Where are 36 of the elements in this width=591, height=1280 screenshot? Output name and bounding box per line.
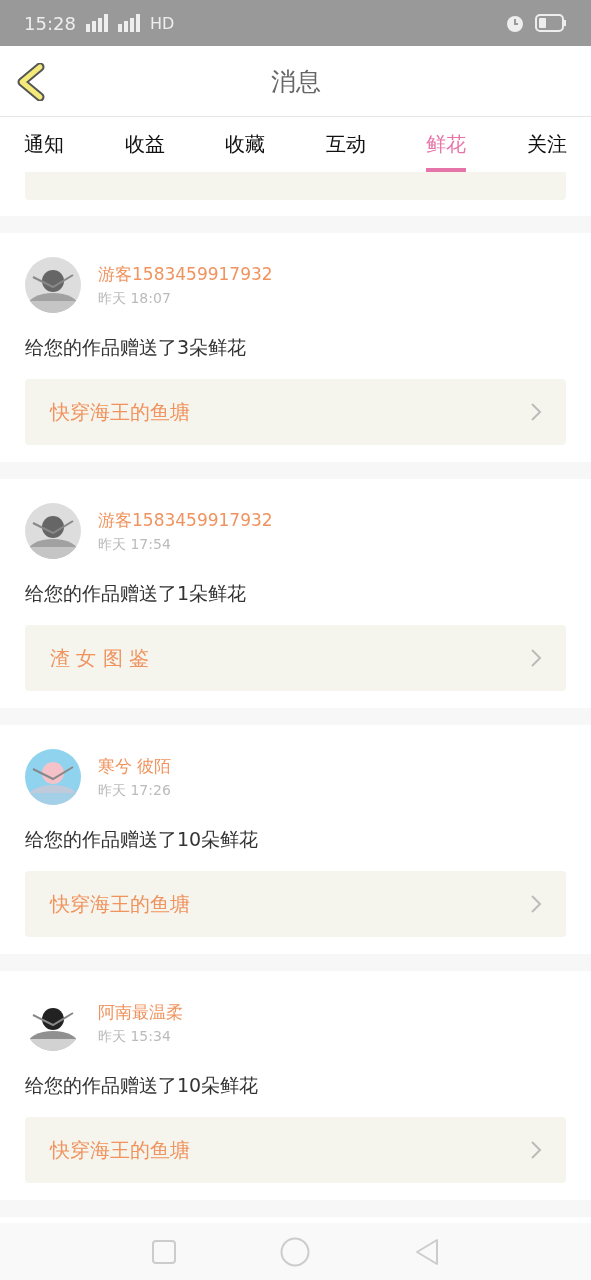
user-name[interactable]: 游客1583459917932 <box>98 262 273 286</box>
user-name[interactable]: 阿南最温柔 <box>98 1000 183 1024</box>
chevron-right-icon <box>530 402 542 422</box>
book-link[interactable]: 快穿海王的鱼塘 <box>25 871 566 937</box>
tab[interactable]: 互动 <box>325 117 366 172</box>
message-text: 给您的作品赠送了10朵鲜花 <box>25 1073 260 1098</box>
status-time: 15:28 <box>24 12 76 34</box>
tab[interactable]: 收益 <box>124 117 165 172</box>
chevron-right-icon <box>530 648 542 668</box>
message-time: 昨天 18:07 <box>98 289 172 308</box>
book-link[interactable]: 快穿海王的鱼塘 <box>25 379 566 445</box>
message-time: 昨天 15:34 <box>98 1027 172 1046</box>
chevron-right-icon <box>530 894 542 914</box>
alarm-icon <box>505 13 525 33</box>
home-icon[interactable] <box>280 1236 311 1267</box>
chevron-right-icon <box>530 1140 542 1160</box>
tab[interactable]: 通知 <box>24 117 64 172</box>
tab[interactable]: 收藏 <box>225 117 266 172</box>
battery-icon <box>535 14 567 32</box>
user-name[interactable]: 游客1583459917932 <box>98 508 273 532</box>
book-link[interactable]: 渣 女 图 鉴 <box>25 625 566 691</box>
signal-icon <box>85 14 108 32</box>
back-triangle-icon[interactable] <box>414 1237 439 1266</box>
message-text: 给您的作品赠送了3朵鲜花 <box>25 335 248 360</box>
tab[interactable]: 关注 <box>526 117 567 172</box>
message-time: 昨天 17:26 <box>98 781 172 800</box>
page-title: 消息 <box>270 65 321 98</box>
user-name[interactable]: 寒兮 彼陌 <box>98 754 172 778</box>
book-link[interactable]: 快穿海王的鱼塘 <box>25 1117 566 1183</box>
message-time: 昨天 17:54 <box>98 535 172 554</box>
network-label: HD <box>149 13 175 33</box>
square-icon[interactable] <box>152 1239 177 1264</box>
signal-icon <box>117 14 140 32</box>
back-icon[interactable] <box>16 63 46 101</box>
message-text: 给您的作品赠送了10朵鲜花 <box>25 827 260 852</box>
message-text: 给您的作品赠送了1朵鲜花 <box>25 581 248 606</box>
